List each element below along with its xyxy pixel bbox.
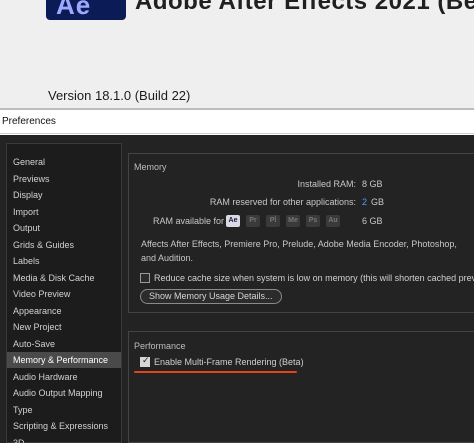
annotation-underline <box>134 371 297 373</box>
preferences-nav: General Previews Display Import Output G… <box>6 143 122 443</box>
multi-frame-rendering-checkbox[interactable] <box>140 356 150 367</box>
nav-item-import[interactable]: Import <box>7 204 121 220</box>
nav-item-media-disk-cache[interactable]: Media & Disk Cache <box>7 270 121 286</box>
nav-item-output[interactable]: Output <box>7 220 121 236</box>
divider <box>0 108 474 110</box>
ps-app-icon: Ps <box>306 215 320 227</box>
nav-item-grids-guides[interactable]: Grids & Guides <box>7 237 121 253</box>
nav-item-general[interactable]: General <box>7 154 121 170</box>
version-text: Version 18.1.0 (Build 22) <box>48 88 191 103</box>
nav-item-audio-output-mapping[interactable]: Audio Output Mapping <box>7 385 121 401</box>
nav-item-previews[interactable]: Previews <box>7 171 121 187</box>
nav-item-3d[interactable]: 3D <box>7 435 121 443</box>
splash-title: Adobe After Effects 2021 (Beta) <box>135 0 474 15</box>
nav-item-display[interactable]: Display <box>7 187 121 203</box>
app-icons: Ae Pr Pl Me Ps Au <box>226 215 340 229</box>
performance-section-label: Performance <box>134 341 186 351</box>
available-ram-value: 6 GB <box>362 216 383 226</box>
nav-item-scripting-expressions[interactable]: Scripting & Expressions <box>7 418 121 434</box>
reserved-ram-unit: GB <box>371 197 385 207</box>
au-app-icon: Au <box>326 215 340 227</box>
show-memory-usage-button[interactable]: Show Memory Usage Details... <box>140 289 282 304</box>
nav-item-auto-save[interactable]: Auto-Save <box>7 336 121 352</box>
reserved-ram-value[interactable]: 2 <box>362 197 367 207</box>
nav-item-memory-performance[interactable]: Memory & Performance <box>7 352 121 368</box>
nav-item-labels[interactable]: Labels <box>7 253 121 269</box>
pl-app-icon: Pl <box>266 215 280 227</box>
reduce-cache-label: Reduce cache size when system is low on … <box>154 273 474 283</box>
nav-item-new-project[interactable]: New Project <box>7 319 121 335</box>
nav-item-video-preview[interactable]: Video Preview <box>7 286 121 302</box>
installed-ram-value: 8 GB <box>362 179 383 189</box>
window-title-bar[interactable]: Preferences <box>0 112 474 134</box>
reserved-ram-label: RAM reserved for other applications: <box>209 197 356 207</box>
available-ram-label: RAM available for <box>153 216 225 226</box>
me-app-icon: Me <box>286 215 300 227</box>
multi-frame-rendering-label: Enable Multi-Frame Rendering (Beta) <box>154 357 304 367</box>
memory-description: Affects After Effects, Premiere Pro, Pre… <box>141 239 457 263</box>
window-title: Preferences <box>2 116 56 127</box>
logo-text: Ae <box>56 0 92 20</box>
about-splash: Ae Adobe After Effects 2021 (Beta) Versi… <box>0 0 474 110</box>
preferences-dialog: General Previews Display Import Output G… <box>0 135 474 443</box>
memory-section-label: Memory <box>134 162 167 172</box>
installed-ram-label: Installed RAM: <box>297 179 356 189</box>
reduce-cache-checkbox[interactable] <box>140 273 150 283</box>
after-effects-logo: Ae <box>46 0 126 20</box>
pr-app-icon: Pr <box>246 215 260 227</box>
ae-app-icon: Ae <box>226 215 240 227</box>
preferences-content: Memory Installed RAM: 8 GB RAM reserved … <box>128 143 474 443</box>
nav-item-appearance[interactable]: Appearance <box>7 303 121 319</box>
nav-item-type[interactable]: Type <box>7 402 121 418</box>
nav-item-audio-hardware[interactable]: Audio Hardware <box>7 369 121 385</box>
